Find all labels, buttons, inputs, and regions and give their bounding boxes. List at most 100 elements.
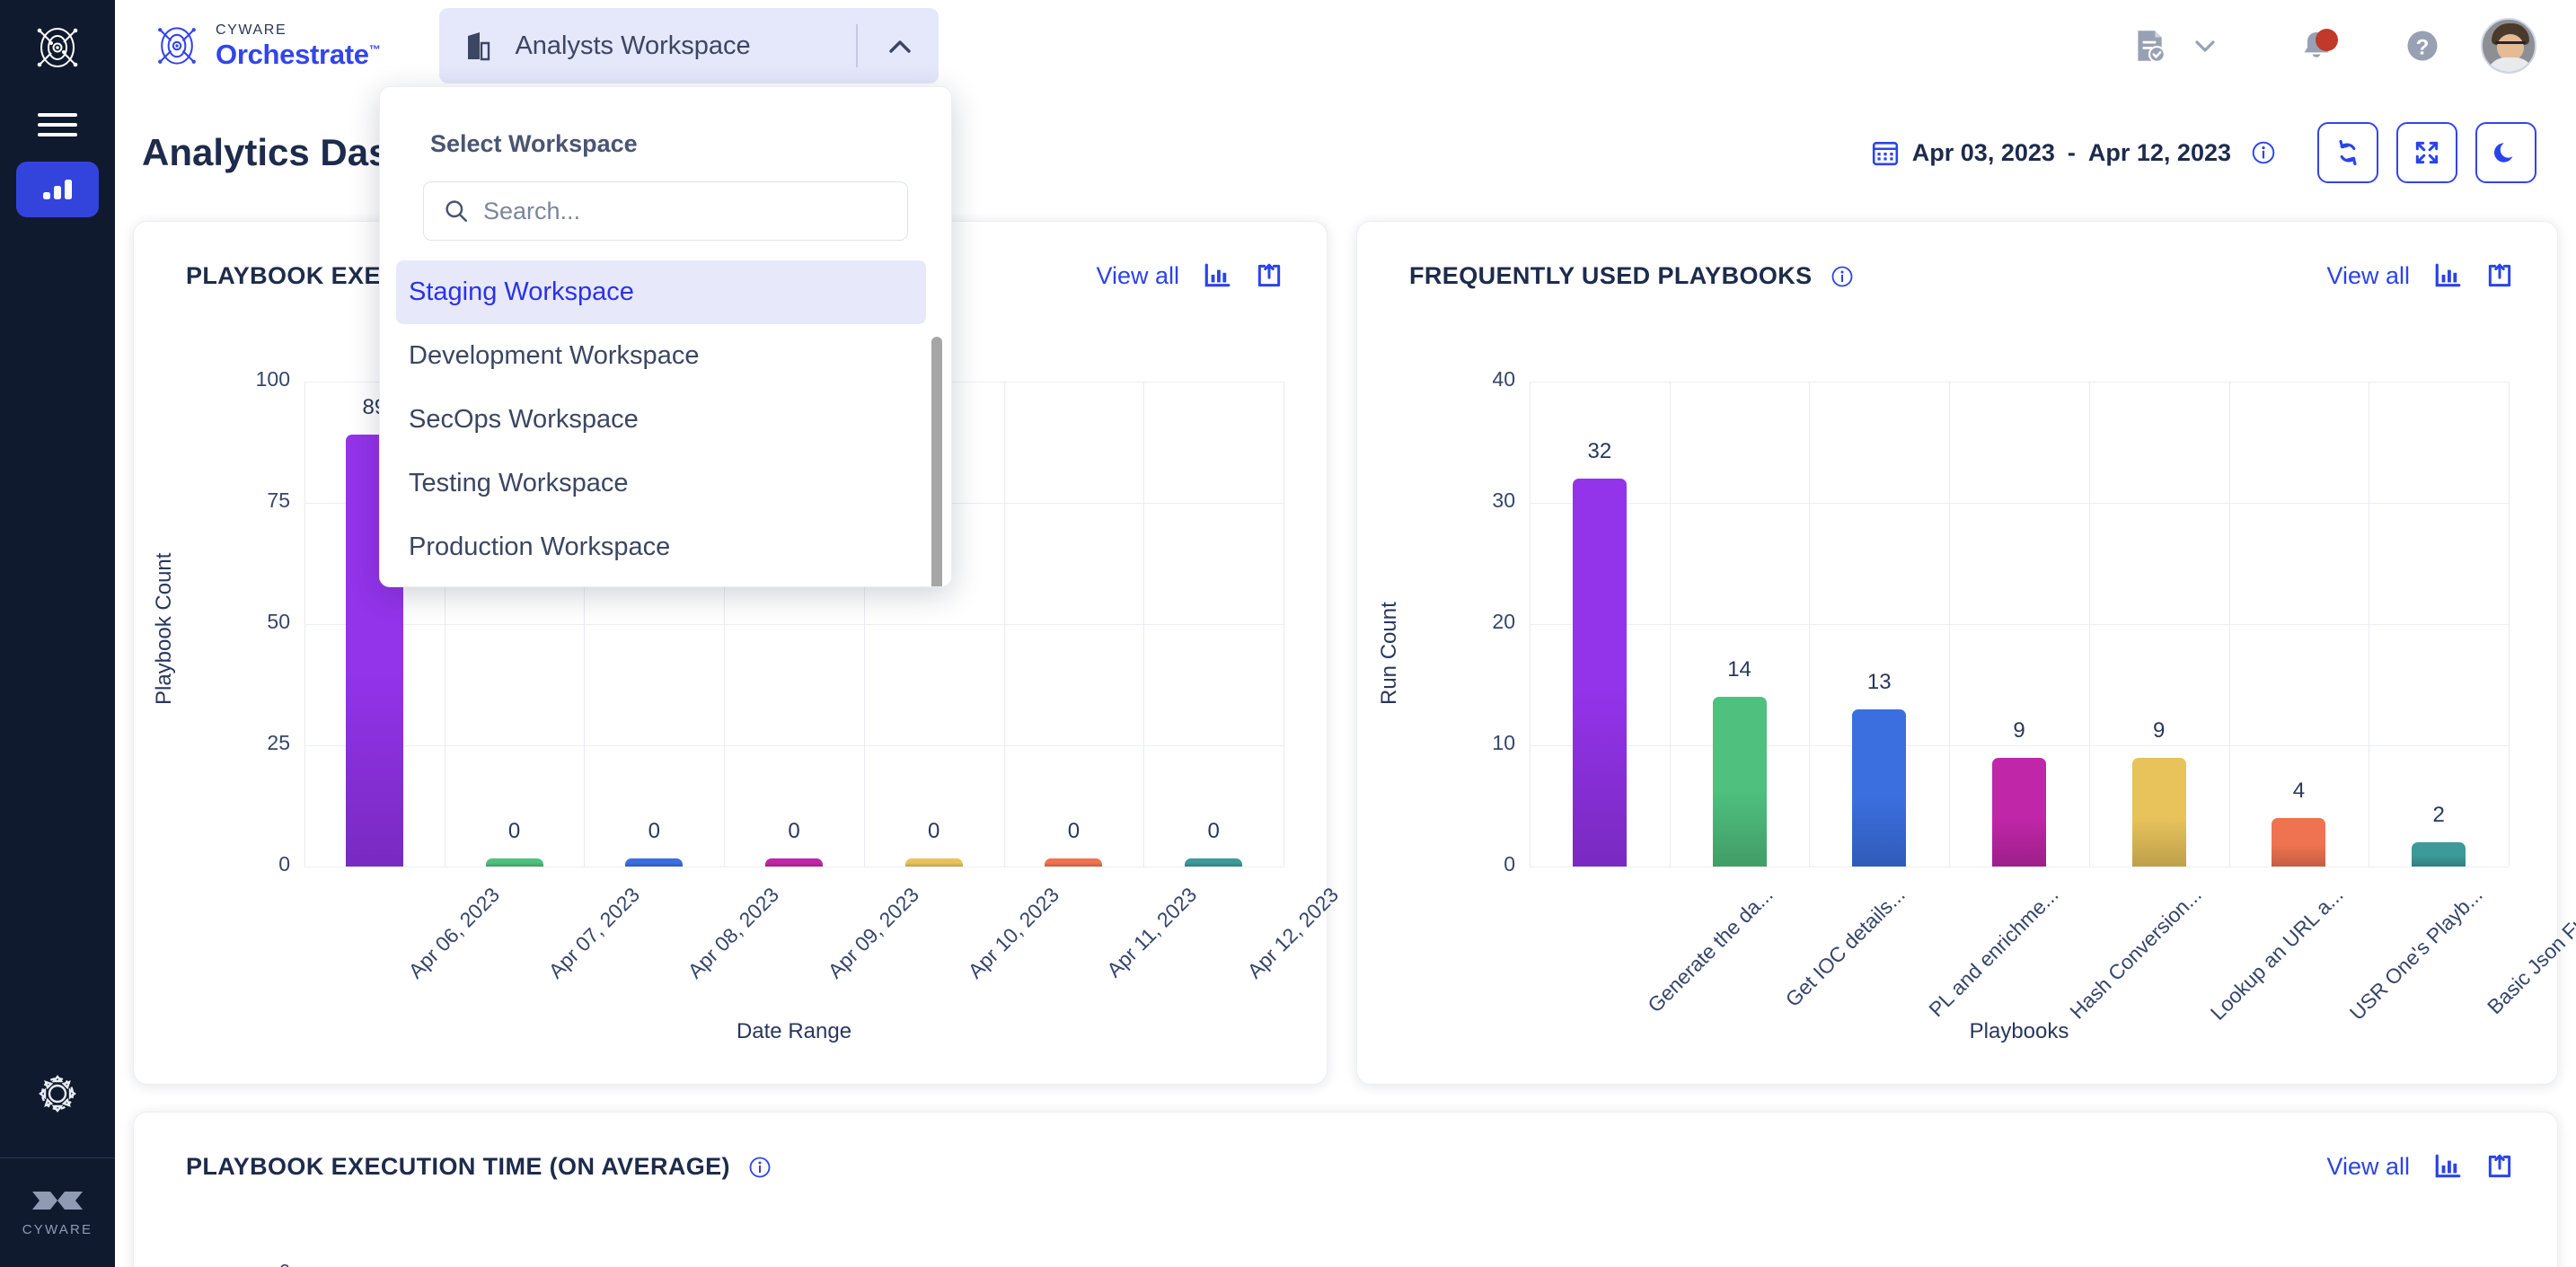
avatar-glasses [2495,41,2526,48]
date-range-separator: - [2068,139,2076,167]
workspace-selector-button[interactable]: Analysts Workspace [439,8,939,84]
card-actions: View all [2326,1152,2514,1181]
card-actions: View all [2326,261,2514,290]
bar-value-label: 4 [2236,779,2361,804]
workspace-option-label: Testing Workspace [409,469,628,498]
bar[interactable] [2412,842,2466,867]
view-all-link[interactable]: View all [1096,262,1179,290]
bar[interactable] [625,858,683,867]
info-icon[interactable] [1831,265,1854,288]
workspace-search-box[interactable] [423,181,908,241]
date-range-picker[interactable]: Apr 03, 2023 - Apr 12, 2023 [1871,138,2276,167]
workspace-selector-label: Analysts Workspace [515,31,750,61]
workspace-option-0[interactable]: Staging Workspace [396,260,926,324]
bar[interactable] [1573,479,1627,867]
chevron-up-icon[interactable] [885,31,915,62]
bar-chart-icon[interactable] [2433,261,2462,290]
workspace-option-1[interactable]: Development Workspace [380,324,951,388]
brand-name-orchestrate: Orchestrate™ [216,40,380,68]
y-axis-tick: 6 [211,1260,290,1267]
y-axis-title: Run Count [1377,602,1402,705]
bar[interactable] [1852,709,1906,867]
y-axis-tick: 0 [211,852,290,876]
bar[interactable] [1045,858,1102,867]
page-header-actions: Apr 03, 2023 - Apr 12, 2023 [1871,122,2536,183]
help-circle-icon: ? [2403,26,2442,66]
cyware-mesh-logo-icon[interactable] [30,20,85,75]
chevron-down-icon [2192,32,2219,59]
gridline [1530,624,2509,625]
sidebar-item-analytics[interactable] [16,162,99,217]
bar[interactable] [486,858,543,867]
bar[interactable] [1713,697,1767,867]
workspace-option-3[interactable]: Testing Workspace [380,452,951,515]
card-header: PLAYBOOK EXECUTION TIME (ON AVERAGE) Vie… [134,1113,2557,1181]
bar-value-label: 0 [1151,819,1276,844]
x-axis-tick: Apr 07, 2023 [543,883,644,983]
calendar-icon [1871,138,1900,167]
bar-value-label: 0 [452,819,578,844]
x-axis-tick: Basic Json Func... [2483,883,2576,1019]
notifications-button[interactable] [2278,7,2355,84]
x-axis-title: Date Range [304,1019,1284,1044]
brand-product-label: Orchestrate [216,39,369,70]
view-all-link[interactable]: View all [2326,1153,2410,1181]
dropdown-scrollbar[interactable] [931,337,942,587]
bar-chart-icon[interactable] [2433,1152,2462,1181]
y-axis-tick: 20 [1436,610,1515,634]
view-all-link[interactable]: View all [2326,262,2410,290]
workspace-option-2[interactable]: SecOps Workspace [380,388,951,452]
workspace-list: Staging Workspace Development Workspace Se… [380,260,951,579]
grid-separator [1004,382,1005,867]
x-axis-tick: Generate the da... [1643,883,1778,1017]
share-export-icon[interactable] [2485,261,2514,290]
workspace-search-input[interactable] [483,198,860,225]
workspace-option-label: Staging Workspace [409,277,634,307]
bar-value-label: 0 [591,819,717,844]
svg-text:?: ? [2416,35,2430,59]
workspace-option-4[interactable]: Production Workspace [380,515,951,579]
bar-value-label: 2 [2376,803,2501,828]
y-axis-tick: 10 [1436,731,1515,755]
share-export-icon[interactable] [2485,1152,2514,1181]
top-bar: CYWARE Orchestrate™ Analysts Workspace [115,0,2576,92]
bar[interactable] [905,858,963,867]
x-axis-tick: Apr 09, 2023 [824,883,924,983]
fullscreen-button[interactable] [2396,122,2457,183]
workspace-option-label: Development Workspace [409,341,699,371]
grid-separator [304,382,305,867]
share-export-icon[interactable] [1255,261,1284,290]
grid-separator [1670,382,1671,867]
left-nav-rail: CYWARE [0,0,115,1267]
bar[interactable] [2132,758,2186,867]
bar[interactable] [1185,858,1242,867]
search-icon [444,198,469,224]
gridline [1530,503,2509,504]
gear-icon[interactable] [30,1066,85,1122]
info-icon[interactable] [748,1156,772,1179]
gridline [304,624,1284,625]
x-axis-tick: Get IOC details... [1780,883,1910,1012]
bar[interactable] [2272,818,2325,867]
grid-separator [2509,382,2510,867]
bar-value-label: 0 [871,819,997,844]
x-axis-tick: Apr 10, 2023 [963,883,1063,983]
refresh-button[interactable] [2317,122,2378,183]
chart-playbook-execution-time: 6 [134,1208,2557,1267]
info-icon[interactable] [2251,140,2276,165]
user-avatar[interactable] [2481,18,2536,74]
dark-mode-button[interactable] [2475,122,2536,183]
help-button[interactable]: ? [2384,7,2461,84]
hamburger-menu-icon[interactable] [30,104,85,145]
bar-value-label: 9 [1956,718,2082,743]
bar-value-label: 13 [1816,670,1942,695]
bar[interactable] [765,858,823,867]
report-dropdown-button[interactable] [2166,7,2244,84]
building-icon [464,31,495,61]
bar-chart-icon[interactable] [1203,261,1231,290]
bar-value-label: 14 [1677,657,1803,682]
brand-logo[interactable]: CYWARE Orchestrate™ [151,20,380,72]
bar[interactable] [1992,758,2046,867]
bar-value-label: 0 [731,819,857,844]
notification-badge [2316,29,2338,51]
